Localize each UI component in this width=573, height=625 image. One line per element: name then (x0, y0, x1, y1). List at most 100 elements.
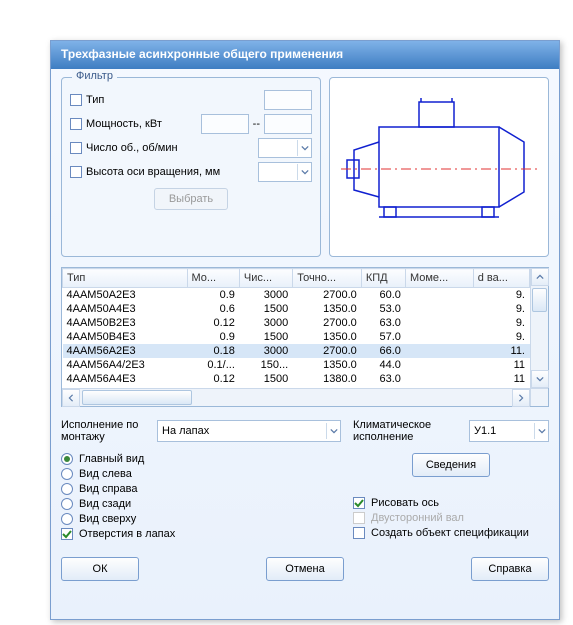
column-header[interactable]: Мо... (187, 269, 239, 288)
table-row[interactable]: 4ААМ50А4Е30.615001350.053.09. (63, 302, 530, 316)
filter-legend: Фильтр (72, 70, 117, 82)
scroll-right-icon[interactable] (512, 389, 530, 407)
create-spec-check[interactable]: Создать объект спецификации (353, 527, 549, 539)
table-cell (405, 372, 473, 386)
table-row[interactable]: 4ААМ50В4Е30.915001350.057.0 9. (63, 330, 530, 344)
motor-diagram-icon (339, 92, 539, 242)
filter-rpm-combo[interactable] (258, 138, 312, 158)
scroll-thumb[interactable] (82, 390, 192, 405)
scroll-left-icon[interactable] (62, 389, 80, 407)
table-cell: 0.9 (187, 330, 239, 344)
radio-icon (61, 513, 73, 525)
view-holes-check[interactable]: Отверстия в лапах (61, 528, 341, 540)
view-main-radio[interactable]: Главный вид (61, 453, 341, 465)
scroll-thumb[interactable] (532, 288, 547, 312)
table-cell: 150... (239, 358, 292, 372)
mount-value: На лапах (162, 425, 209, 437)
checkbox-icon (61, 528, 73, 540)
checkbox-icon (353, 512, 365, 524)
dialog-content: Фильтр Тип Мощность, кВт -- (51, 69, 559, 589)
dialog-window: Трехфазные асинхронные общего применения… (50, 40, 560, 620)
checkbox-icon (70, 94, 82, 106)
draw-axis-check[interactable]: Рисовать ось (353, 497, 549, 509)
cancel-button[interactable]: Отмена (266, 557, 344, 581)
filter-height-check[interactable]: Высота оси вращения, мм (70, 166, 254, 178)
table-cell: 0.9 (187, 288, 239, 303)
view-left-radio[interactable]: Вид слева (61, 468, 341, 480)
filter-select-button[interactable]: Выбрать (154, 188, 228, 210)
motor-table: ТипМо...Чис...Точно...КПДМоме...d ва... … (61, 267, 549, 407)
info-button[interactable]: Сведения (412, 453, 490, 477)
mount-combo[interactable]: На лапах (157, 420, 341, 442)
table-cell: 2700.0 (293, 288, 362, 303)
view-holes-label: Отверстия в лапах (79, 528, 175, 540)
radio-icon (61, 453, 73, 465)
chevron-down-icon (297, 164, 311, 180)
table-cell: 4ААМ50В2Е3 (63, 316, 188, 330)
radio-icon (61, 498, 73, 510)
view-right-radio[interactable]: Вид справа (61, 483, 341, 495)
climate-value: У1.1 (474, 425, 496, 437)
table-cell: 1380.0 (293, 372, 362, 386)
table-cell: 63.0 (361, 372, 405, 386)
scroll-down-icon[interactable] (531, 370, 549, 388)
chevron-down-icon (326, 423, 340, 439)
filter-power-to[interactable] (264, 114, 312, 134)
title-bar[interactable]: Трехфазные асинхронные общего применения (51, 41, 559, 69)
table-row[interactable]: 4ААМ56А4Е30.1215001380.063.011 (63, 372, 530, 386)
table-cell: 11 (473, 372, 529, 386)
filter-type-check[interactable]: Тип (70, 94, 260, 106)
table-cell: 53.0 (361, 302, 405, 316)
filter-type-input[interactable] (264, 90, 312, 110)
table-cell: 1500 (239, 330, 292, 344)
table-cell: 66.0 (361, 344, 405, 358)
table-cell: 60.0 (361, 288, 405, 303)
table-cell: 4ААМ56А4Е3 (63, 372, 188, 386)
table-row[interactable]: 4ААМ56А4/2Е30.1/...150...1350.044.011 (63, 358, 530, 372)
table-cell: 3000 (239, 316, 292, 330)
table-cell: 9. (473, 302, 529, 316)
filter-power-from[interactable] (201, 114, 249, 134)
view-back-radio[interactable]: Вид сзади (61, 498, 341, 510)
column-header[interactable]: d ва... (473, 269, 529, 288)
table-cell (405, 358, 473, 372)
table-cell: 1500 (239, 372, 292, 386)
scroll-up-icon[interactable] (531, 268, 549, 286)
table-cell: 1350.0 (293, 330, 362, 344)
table-cell (405, 288, 473, 303)
table-cell (405, 302, 473, 316)
filter-rpm-check[interactable]: Число об., об/мин (70, 142, 254, 154)
column-header[interactable]: Точно... (293, 269, 362, 288)
climate-combo[interactable]: У1.1 (469, 420, 549, 442)
filter-rpm-label: Число об., об/мин (86, 142, 178, 154)
table-cell: 4ААМ50В4Е3 (63, 330, 188, 344)
table-row[interactable]: 4ААМ56А2Е30.1830002700.066.011. (63, 344, 530, 358)
two-sided-check: Двусторонний вал (353, 512, 549, 524)
table-cell: 3000 (239, 288, 292, 303)
table-cell: 57.0 (361, 330, 405, 344)
view-main-label: Главный вид (79, 453, 144, 465)
radio-icon (61, 483, 73, 495)
view-top-radio[interactable]: Вид сверху (61, 513, 341, 525)
window-title: Трехфазные асинхронные общего применения (61, 47, 343, 61)
checkbox-icon (353, 497, 365, 509)
filter-height-combo[interactable] (258, 162, 312, 182)
column-header[interactable]: Моме... (405, 269, 473, 288)
filter-height-label: Высота оси вращения, мм (86, 166, 220, 178)
column-header[interactable]: КПД (361, 269, 405, 288)
table-cell: 3000 (239, 344, 292, 358)
table-cell: 4ААМ50А4Е3 (63, 302, 188, 316)
table-cell: 4ААМ50А2Е3 (63, 288, 188, 303)
table-row[interactable]: 4ААМ50А2Е30.930002700.060.09. (63, 288, 530, 303)
draw-axis-label: Рисовать ось (371, 497, 439, 509)
table-row[interactable]: 4ААМ50В2Е30.1230002700.063.09. (63, 316, 530, 330)
table-cell: 9. (473, 330, 529, 344)
vertical-scrollbar[interactable] (530, 268, 548, 388)
horizontal-scrollbar[interactable] (62, 388, 530, 406)
checkbox-icon (353, 527, 365, 539)
filter-power-check[interactable]: Мощность, кВт (70, 118, 197, 130)
column-header[interactable]: Тип (63, 269, 188, 288)
column-header[interactable]: Чис... (239, 269, 292, 288)
help-button[interactable]: Справка (471, 557, 549, 581)
ok-button[interactable]: ОК (61, 557, 139, 581)
